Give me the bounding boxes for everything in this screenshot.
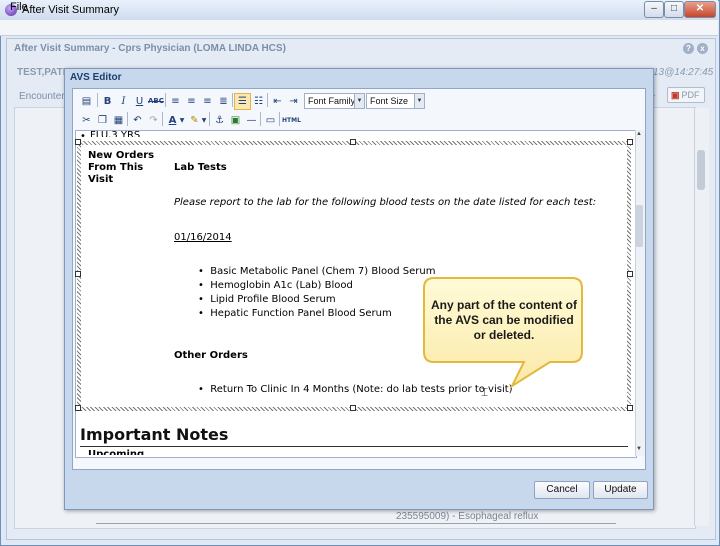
resize-handle[interactable] — [350, 139, 356, 145]
font-size-select[interactable]: Font Size ▼ — [366, 93, 425, 109]
toolbar-row-2: ✂ ❐ ▦ ↶ ↷ A ▼ ✎ ▼ ⚓ ▣ — ▭ HTML — [74, 111, 642, 129]
resize-handle[interactable] — [75, 405, 81, 411]
background-scroll-thumb[interactable] — [697, 150, 705, 190]
list-item: • Lipid Profile Blood Serum — [198, 294, 336, 305]
resize-handle[interactable] — [627, 271, 633, 277]
font-family-value: Font Family — [308, 96, 356, 106]
upcoming-heading: Upcoming — [88, 449, 145, 455]
font-size-value: Font Size — [370, 96, 409, 106]
dialog-title: AVS Editor — [70, 72, 122, 83]
text-cursor-icon: ⌶ — [481, 385, 489, 399]
copy-icon[interactable]: ❐ — [94, 112, 111, 129]
lab-date: 01/16/2014 — [174, 232, 232, 243]
highlight-dropdown-icon[interactable]: ▼ — [199, 112, 209, 129]
html-source-button[interactable]: HTML — [281, 112, 301, 129]
bullet-list-icon[interactable]: ☰ — [234, 93, 251, 110]
toolbar-row-1: ▤ B I U ABC ≡ ≡ ≡ ≣ ☰ ☷ ⇤ ⇥ Font Family ▼… — [74, 92, 642, 110]
align-left-icon[interactable]: ≡ — [167, 93, 184, 110]
source-toggle-icon[interactable]: ▤ — [78, 93, 95, 110]
font-family-select[interactable]: Font Family ▼ — [304, 93, 365, 109]
font-family-dropdown-icon: ▼ — [354, 94, 364, 108]
resize-handle[interactable] — [75, 271, 81, 277]
resize-handle[interactable] — [350, 405, 356, 411]
justify-icon[interactable]: ≣ — [215, 93, 232, 110]
close-button[interactable]: ✕ — [684, 1, 716, 18]
editor-scrollbar[interactable] — [635, 130, 645, 456]
lab-tests-heading: Lab Tests — [174, 162, 227, 173]
menu-file[interactable]: File — [10, 1, 28, 13]
resize-handle[interactable] — [627, 139, 633, 145]
list-item: • Return To Clinic In 4 Months (Note: do… — [198, 384, 513, 395]
pdf-label: PDF — [681, 90, 700, 100]
pdf-button[interactable]: ▣ PDF — [667, 87, 705, 103]
important-notes-heading: Important Notes — [80, 425, 229, 444]
window-title: After Visit Summary — [22, 4, 119, 16]
background-problem-text: 235595009) - Esophageal reflux — [396, 511, 539, 522]
list-item: • Basic Metabolic Panel (Chem 7) Blood S… — [198, 266, 436, 277]
pdf-icon: ▣ — [671, 90, 680, 100]
panel-title: After Visit Summary - Cprs Physician (LO… — [14, 43, 286, 54]
section-label: New Orders From This Visit — [88, 150, 155, 185]
divider — [96, 523, 616, 524]
maximize-button[interactable]: □ — [664, 1, 684, 18]
lab-instructions: Please report to the lab for the followi… — [174, 197, 597, 208]
underline-button[interactable]: U — [131, 93, 148, 110]
editor-scroll-thumb[interactable] — [636, 205, 643, 247]
bold-button[interactable]: B — [99, 93, 116, 110]
update-button[interactable]: Update — [593, 481, 648, 499]
undo-icon[interactable]: ↶ — [129, 112, 146, 129]
bullet-marker: • — [80, 131, 86, 142]
italic-button[interactable]: I — [115, 93, 132, 110]
cut-icon[interactable]: ✂ — [78, 112, 95, 129]
minimize-button[interactable]: – — [644, 1, 664, 18]
cancel-button[interactable]: Cancel — [534, 481, 590, 499]
scroll-down-icon[interactable]: ▼ — [636, 446, 642, 452]
list-item: • Hemoglobin A1c (Lab) Blood — [198, 280, 353, 291]
timestamp: 13@14:27:45 — [653, 67, 714, 78]
heading-underline — [80, 446, 628, 447]
indent-icon[interactable]: ⇥ — [285, 93, 302, 110]
list-item: • Hepatic Function Panel Blood Serum — [198, 308, 392, 319]
horizontal-rule-icon[interactable]: — — [243, 112, 260, 129]
callout-text: Any part of the content of the AVS can b… — [431, 298, 577, 342]
outdent-icon[interactable]: ⇤ — [269, 93, 286, 110]
insert-image-icon[interactable]: ▣ — [227, 112, 244, 129]
other-orders-heading: Other Orders — [174, 350, 248, 361]
font-size-dropdown-icon: ▼ — [414, 94, 424, 108]
menu-bar — [0, 20, 718, 36]
previous-list-item: FLU,3 YRS — [90, 130, 141, 137]
numbered-list-icon[interactable]: ☷ — [250, 93, 267, 110]
strikethrough-button[interactable]: ABC — [147, 93, 164, 110]
align-right-icon[interactable]: ≡ — [199, 93, 216, 110]
paste-icon[interactable]: ▦ — [110, 112, 127, 129]
help-icon[interactable]: ? — [683, 43, 694, 54]
anchor-icon[interactable]: ⚓ — [211, 112, 228, 129]
align-center-icon[interactable]: ≡ — [183, 93, 200, 110]
redo-icon[interactable]: ↷ — [145, 112, 162, 129]
page-break-icon[interactable]: ▭ — [262, 112, 279, 129]
encounter-label: Encounter: — [19, 91, 68, 102]
scroll-up-icon[interactable]: ▲ — [636, 131, 642, 137]
panel-close-icon[interactable]: x — [697, 43, 708, 54]
resize-handle[interactable] — [627, 405, 633, 411]
